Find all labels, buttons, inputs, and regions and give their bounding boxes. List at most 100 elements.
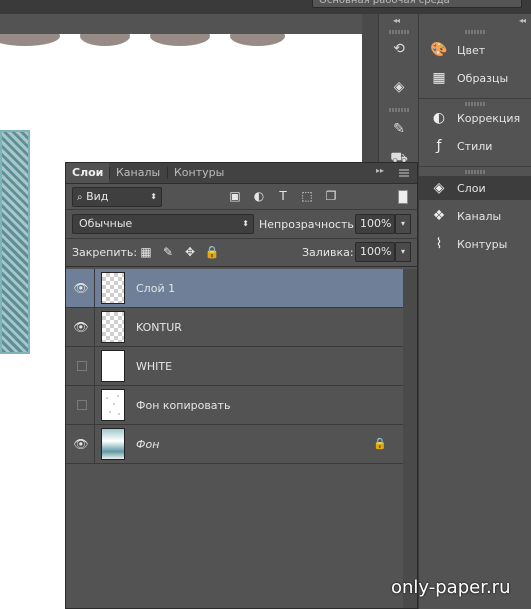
layer-thumbnail — [101, 272, 125, 304]
tab-paths[interactable]: Контуры — [168, 163, 230, 183]
palette-icon: 🎨 — [430, 42, 448, 58]
layer-row[interactable]: 👁 Слой 1 — [66, 269, 403, 308]
divider — [419, 98, 531, 99]
divider — [94, 269, 95, 307]
layers-panel: Слои Каналы Контуры ▸▸ ⌕ Вид ⬍ ▣ ◐ T ⬚ ❐… — [65, 162, 418, 609]
panel-tab-bar: Слои Каналы Контуры ▸▸ — [66, 163, 417, 184]
channels-icon: ❖ — [432, 208, 446, 224]
lock-all-icon[interactable]: 🔒 — [205, 245, 220, 259]
divider — [66, 238, 417, 239]
divider — [94, 308, 95, 346]
collapse-arrows-icon[interactable]: ▸▸ — [376, 166, 384, 175]
layer-row[interactable]: Фон копировать — [66, 386, 403, 425]
dock-item-label: Образцы — [457, 71, 509, 85]
canvas-artwork — [150, 34, 210, 46]
watermark: only-paper.ru — [391, 577, 511, 598]
eye-icon[interactable]: 👁 — [73, 320, 88, 334]
filter-kind-select[interactable]: ⌕ Вид ⬍ — [72, 187, 162, 207]
dock-item-label: Стили — [457, 139, 493, 153]
dock-item-label: Коррекция — [457, 111, 521, 125]
history-icon[interactable]: ⟲ — [388, 38, 410, 60]
filter-smart-object-icon[interactable]: ❐ — [322, 187, 340, 205]
layer-name: Фон копировать — [136, 399, 231, 412]
opacity-label: Непрозрачность: — [259, 218, 358, 231]
blend-mode-value: Обычные — [79, 217, 133, 230]
divider — [66, 209, 417, 210]
divider — [419, 166, 531, 167]
divider — [66, 266, 417, 267]
paths-icon: ⌇ — [435, 236, 443, 252]
lock-label: Закрепить: — [72, 246, 138, 259]
canvas-artwork — [230, 34, 285, 46]
filter-adjustment-icon[interactable]: ◐ — [250, 187, 268, 205]
chevron-down-icon[interactable]: ▾ — [395, 214, 411, 234]
fill-input[interactable]: 100% — [355, 242, 395, 262]
dock-item-adjustments[interactable]: ◐ Коррекция — [419, 106, 531, 130]
workspace-selector[interactable]: Основная рабочая среда — [312, 0, 522, 8]
lock-position-move-icon[interactable]: ✥ — [183, 245, 197, 259]
panel-grip[interactable] — [465, 30, 485, 34]
chevron-down-icon[interactable]: ▾ — [395, 242, 411, 262]
dropdown-arrows-icon: ⬍ — [150, 192, 157, 201]
dock-item-layers[interactable]: ◈ Слои — [419, 176, 531, 200]
fill-label: Заливка: — [302, 246, 354, 259]
top-bar: Основная рабочая среда — [0, 0, 531, 14]
opacity-input[interactable]: 100% — [355, 214, 395, 234]
layer-list: 👁 Слой 1 👁 KONTUR WHITE Фон копировать 👁… — [66, 269, 403, 608]
search-icon: ⌕ — [77, 192, 83, 203]
layer-row[interactable]: 👁 KONTUR — [66, 308, 403, 347]
right-panel-dock: ◂◂ 🎨 Цвет ▦ Образцы ◐ Коррекция ƒ Стили … — [418, 14, 531, 609]
canvas-artwork — [80, 34, 130, 46]
layer-name: Слой 1 — [136, 282, 176, 295]
layer-row[interactable]: WHITE — [66, 347, 403, 386]
layer-row[interactable]: 👁 Фон 🔒 — [66, 425, 403, 464]
divider — [94, 425, 95, 463]
layers-icon: ◈ — [433, 180, 445, 196]
panel-grip[interactable] — [389, 30, 409, 34]
canvas-artwork — [0, 34, 60, 46]
visibility-toggle-empty[interactable] — [77, 361, 87, 371]
filter-type-icon[interactable]: T — [274, 187, 292, 205]
dock-item-channels[interactable]: ❖ Каналы — [419, 204, 531, 228]
layer-thumbnail — [101, 428, 125, 460]
tab-channels[interactable]: Каналы — [110, 163, 166, 183]
layer-thumbnail — [101, 350, 125, 382]
layer-list-scrollbar[interactable] — [403, 269, 417, 608]
swatches-grid-icon: ▦ — [432, 70, 446, 86]
dock-item-swatches[interactable]: ▦ Образцы — [419, 66, 531, 90]
dock-item-label: Контуры — [457, 237, 508, 251]
adjustments-icon: ◐ — [432, 110, 446, 126]
eye-icon[interactable]: 👁 — [73, 281, 88, 295]
dock-item-paths[interactable]: ⌇ Контуры — [419, 232, 531, 256]
3d-cube-icon[interactable]: ◈ — [388, 76, 410, 98]
panel-menu-icon[interactable] — [398, 167, 410, 179]
brushes-icon[interactable]: ✎ — [388, 118, 410, 140]
dropdown-arrows-icon: ⬍ — [242, 219, 249, 228]
collapse-arrows-icon[interactable]: ◂◂ — [519, 16, 526, 25]
dock-item-color[interactable]: 🎨 Цвет — [419, 38, 531, 62]
eye-icon[interactable]: 👁 — [73, 437, 88, 451]
collapsed-panel-column: ◂◂ ⟲ ◈ ✎ ⛟ — [378, 14, 419, 169]
dock-item-label: Цвет — [457, 43, 486, 57]
filter-toggle-icon[interactable] — [398, 190, 408, 204]
filter-kind-value: Вид — [86, 190, 109, 203]
styles-fx-icon: ƒ — [436, 138, 442, 154]
layer-thumbnail — [101, 311, 125, 343]
blend-mode-select[interactable]: Обычные ⬍ — [72, 214, 254, 234]
dock-item-styles[interactable]: ƒ Стили — [419, 134, 531, 158]
visibility-toggle-empty[interactable] — [77, 400, 87, 410]
layer-thumbnail — [101, 389, 125, 421]
lock-icon: 🔒 — [373, 437, 387, 450]
filter-pixel-icon[interactable]: ▣ — [226, 187, 244, 205]
lock-image-brush-icon[interactable]: ✎ — [161, 245, 175, 259]
canvas-artwork — [0, 130, 30, 354]
divider — [94, 347, 95, 385]
panel-grip[interactable] — [465, 170, 485, 174]
lock-transparency-icon[interactable]: ▦ — [139, 245, 153, 259]
layer-name: Фон — [136, 438, 160, 451]
dock-item-label: Каналы — [457, 209, 502, 223]
filter-shape-icon[interactable]: ⬚ — [298, 187, 316, 205]
panel-grip[interactable] — [389, 108, 409, 112]
tab-layers[interactable]: Слои — [66, 163, 110, 183]
collapse-arrows-icon[interactable]: ◂◂ — [393, 16, 400, 25]
